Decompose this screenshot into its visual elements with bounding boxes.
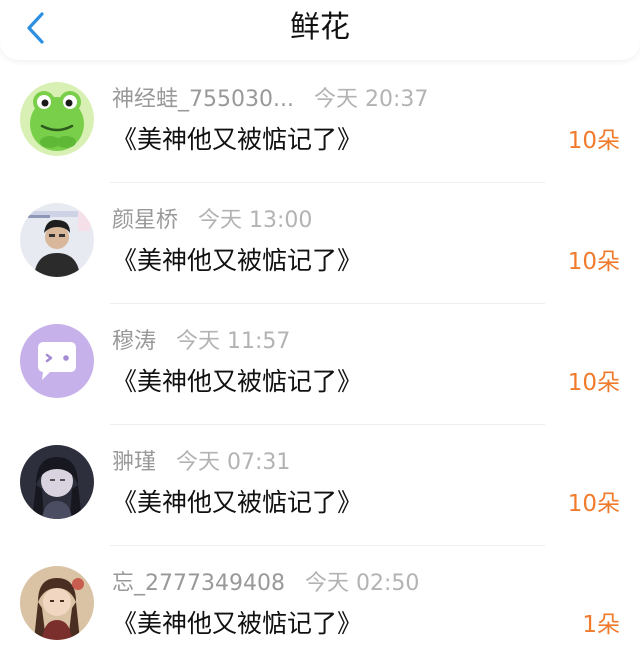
list-item[interactable]: 神经蛙_755030... 今天 20:37 《美神他又被惦记了》 10朵 <box>0 62 640 183</box>
page-title: 鲜花 <box>290 10 350 45</box>
record-meta: 神经蛙_755030... 今天 20:37 <box>112 86 428 114</box>
list-item[interactable]: 颜星桥 今天 13:00 《美神他又被惦记了》 10朵 <box>0 183 640 304</box>
book-title[interactable]: 《美神他又被惦记了》 <box>112 364 362 400</box>
timestamp: 今天 07:31 <box>176 450 291 475</box>
person-photo-avatar-icon <box>20 203 94 277</box>
flower-count: 10朵 <box>567 128 620 154</box>
frog-avatar-icon <box>20 82 94 156</box>
username[interactable]: 忘_2777349408 <box>112 571 285 596</box>
timestamp: 今天 13:00 <box>198 208 313 233</box>
flower-count: 10朵 <box>567 370 620 396</box>
book-title[interactable]: 《美神他又被惦记了》 <box>112 122 362 158</box>
avatar[interactable] <box>20 82 94 156</box>
flower-count: 1朵 <box>582 612 620 638</box>
username[interactable]: 翀瑾 <box>112 450 156 475</box>
book-title[interactable]: 《美神他又被惦记了》 <box>112 606 362 642</box>
username[interactable]: 穆涛 <box>112 329 156 354</box>
list-item[interactable]: 穆涛 今天 11:57 《美神他又被惦记了》 10朵 <box>0 304 640 425</box>
book-title[interactable]: 《美神他又被惦记了》 <box>112 243 362 279</box>
flower-record-list: 神经蛙_755030... 今天 20:37 《美神他又被惦记了》 10朵 颜星桥… <box>0 62 640 667</box>
dark-anime-avatar-icon <box>20 445 94 519</box>
chat-bubble-avatar-icon <box>20 324 94 398</box>
record-meta: 翀瑾 今天 07:31 <box>112 449 290 477</box>
timestamp: 今天 11:57 <box>176 329 291 354</box>
flower-count: 10朵 <box>567 249 620 275</box>
anime-character-avatar-icon <box>20 566 94 640</box>
avatar[interactable] <box>20 203 94 277</box>
top-nav-bar: 鲜花 <box>0 0 640 60</box>
timestamp: 今天 02:50 <box>304 571 420 596</box>
list-item[interactable]: 翀瑾 今天 07:31 《美神他又被惦记了》 10朵 <box>0 425 640 546</box>
avatar[interactable] <box>20 445 94 519</box>
username[interactable]: 颜星桥 <box>112 208 178 233</box>
timestamp: 今天 20:37 <box>313 87 429 112</box>
record-meta: 颜星桥 今天 13:00 <box>112 207 312 235</box>
flower-count: 10朵 <box>567 491 620 517</box>
username[interactable]: 神经蛙_755030... <box>112 87 294 112</box>
record-meta: 忘_2777349408 今天 02:50 <box>112 570 419 598</box>
book-title[interactable]: 《美神他又被惦记了》 <box>112 485 362 521</box>
list-item[interactable]: 忘_2777349408 今天 02:50 《美神他又被惦记了》 1朵 <box>0 546 640 667</box>
avatar[interactable] <box>20 324 94 398</box>
record-meta: 穆涛 今天 11:57 <box>112 328 290 356</box>
avatar[interactable] <box>20 566 94 640</box>
